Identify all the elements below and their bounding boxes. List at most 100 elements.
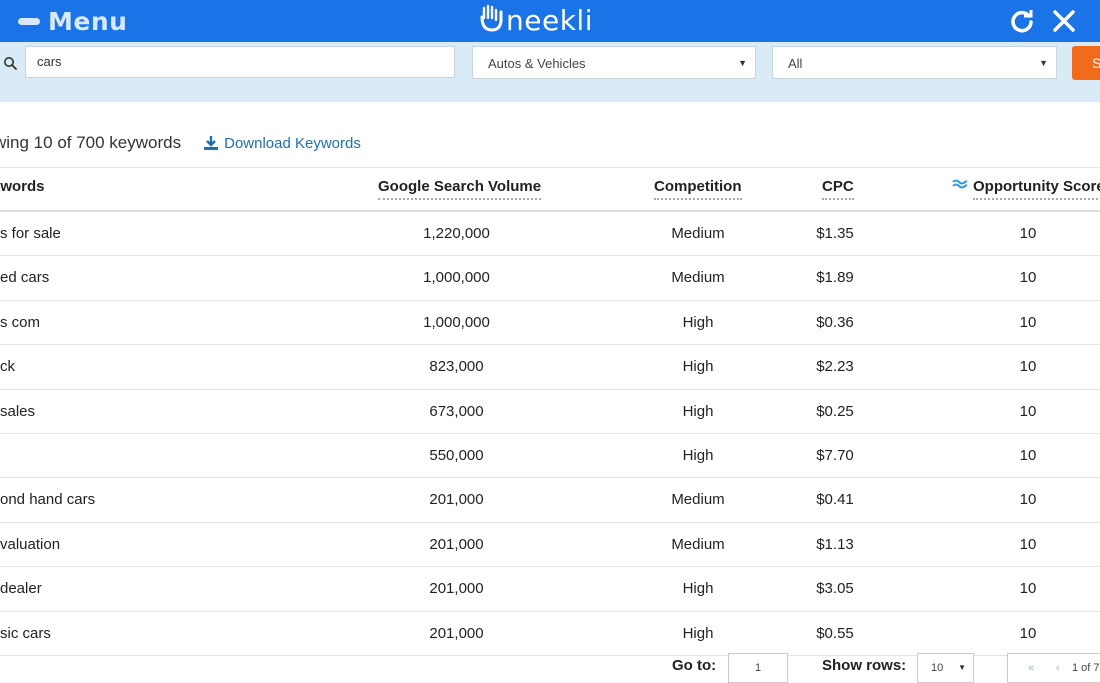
competition-cell: High <box>682 446 714 464</box>
refresh-icon[interactable] <box>1008 7 1036 35</box>
pager: « ‹ 1 of 7 <box>1007 653 1100 683</box>
competition-cell: Medium <box>671 225 725 242</box>
table-row[interactable]: ond hand cars 201,000 Medium $0.41 10 <box>0 478 1100 523</box>
caret-down-icon: ▼ <box>738 58 747 68</box>
search-volume-cell: 550,000 <box>429 446 484 464</box>
table-header: ywords Google Search Volume Competition … <box>0 167 1100 212</box>
keyword-cell[interactable]: valuation <box>0 536 60 553</box>
opportunity-score-cell: 10 <box>1019 491 1037 509</box>
column-header-search-volume[interactable]: Google Search Volume <box>378 178 542 200</box>
table-row[interactable]: 550,000 High $7.70 10 <box>0 434 1100 479</box>
search-volume-cell: 201,000 <box>429 491 484 509</box>
table-row[interactable]: ed cars 1,000,000 Medium $1.89 10 <box>0 256 1100 301</box>
cpc-cell: $1.89 <box>816 269 854 287</box>
search-panel: cars Autos & Vehicles ▼ All ▼ S <box>0 42 1100 102</box>
opportunity-score-cell: 10 <box>1019 580 1037 598</box>
pagination-bar: Go to: 1 Show rows: 10 ▼ « ‹ 1 of 7 <box>0 648 1100 683</box>
competition-cell: High <box>682 402 714 420</box>
cpc-cell: $2.23 <box>816 358 854 376</box>
competition-cell: Medium <box>671 535 725 553</box>
keyword-cell[interactable]: sales <box>0 403 35 420</box>
opportunity-score-cell: 10 <box>1019 225 1037 242</box>
search-volume-cell: 201,000 <box>429 580 484 598</box>
table-row[interactable]: sales 673,000 High $0.25 10 <box>0 390 1100 434</box>
table-row[interactable]: valuation 201,000 Medium $1.13 10 <box>0 523 1100 568</box>
opportunity-score-cell: 10 <box>1019 358 1037 376</box>
logo-hand-icon <box>480 4 503 32</box>
page-info: 1 of 7 <box>1072 662 1100 674</box>
opportunity-score-cell: 10 <box>1019 402 1037 420</box>
show-rows-label: Show rows: <box>822 657 907 674</box>
competition-cell: Medium <box>671 491 725 509</box>
cpc-cell: $0.36 <box>816 313 854 331</box>
keyword-cell[interactable]: dealer <box>0 580 42 597</box>
column-header-competition[interactable]: Competition <box>654 178 742 200</box>
goto-label: Go to: <box>672 657 717 674</box>
column-header-opportunity-score[interactable]: Opportunity Score <box>952 178 1100 200</box>
search-volume-cell: 1,000,000 <box>423 313 490 331</box>
category-select[interactable]: Autos & Vehicles ▼ <box>472 46 756 79</box>
menu-label: Menu <box>48 6 128 36</box>
keyword-cell[interactable]: ond hand cars <box>0 491 95 508</box>
competition-cell: High <box>682 358 714 376</box>
cpc-cell: $1.35 <box>816 225 854 242</box>
opportunity-score-cell: 10 <box>1019 269 1037 287</box>
keyword-cell[interactable]: s com <box>0 314 40 331</box>
keyword-search-input[interactable]: cars <box>25 46 455 78</box>
menu-button[interactable]: Menu <box>18 6 127 36</box>
cpc-cell: $1.13 <box>816 535 854 553</box>
column-header-cpc[interactable]: CPC <box>822 178 854 200</box>
column-header-keywords[interactable]: ywords <box>0 178 45 195</box>
opportunity-score-cell: 10 <box>1019 535 1037 553</box>
competition-cell: High <box>682 313 714 331</box>
results-summary: wing 10 of 700 keywords Download Keyword… <box>0 130 361 156</box>
keyword-cell[interactable]: s for sale <box>0 225 61 242</box>
opportunity-score-cell: 10 <box>1019 313 1037 331</box>
filter-select[interactable]: All ▼ <box>772 46 1057 79</box>
table-row[interactable]: ck 823,000 High $2.23 10 <box>0 345 1100 390</box>
keyword-cell[interactable]: sic cars <box>0 625 51 642</box>
competition-cell: High <box>682 624 714 642</box>
rows-per-page-select[interactable]: 10 ▼ <box>917 653 974 683</box>
category-select-value: Autos & Vehicles <box>488 56 586 71</box>
search-volume-cell: 1,220,000 <box>423 225 490 242</box>
wave-icon <box>952 179 968 189</box>
filter-select-value: All <box>788 56 803 71</box>
cpc-cell: $7.70 <box>816 446 854 464</box>
results-count-text: wing 10 of 700 keywords <box>0 133 182 152</box>
keyword-cell[interactable]: ck <box>0 358 15 375</box>
search-volume-cell: 823,000 <box>429 358 484 376</box>
search-icon[interactable] <box>0 46 22 80</box>
table-row[interactable]: s com 1,000,000 High $0.36 10 <box>0 301 1100 346</box>
logo-text: neekli <box>506 3 593 37</box>
competition-cell: High <box>682 580 714 598</box>
top-bar: Menu neekli <box>0 0 1100 42</box>
cpc-cell: $0.55 <box>816 624 854 642</box>
table-row[interactable]: s for sale 1,220,000 Medium $1.35 10 <box>0 212 1100 257</box>
cpc-cell: $0.25 <box>816 402 854 420</box>
opportunity-score-cell: 10 <box>1019 624 1037 642</box>
opportunity-score-cell: 10 <box>1019 446 1037 464</box>
table-body: s for sale 1,220,000 Medium $1.35 10 ed cars 1… <box>0 212 1100 656</box>
competition-cell: Medium <box>671 269 725 287</box>
close-icon[interactable] <box>1050 7 1078 35</box>
keyword-cell[interactable]: ed cars <box>0 269 49 286</box>
goto-page-input[interactable]: 1 <box>728 653 788 683</box>
uneekli-logo[interactable]: neekli <box>478 3 593 37</box>
search-volume-cell: 1,000,000 <box>423 269 490 287</box>
search-button[interactable]: S <box>1072 46 1100 80</box>
caret-down-icon: ▼ <box>1039 58 1048 68</box>
search-volume-cell: 201,000 <box>429 624 484 642</box>
menu-icon <box>18 15 40 27</box>
download-icon <box>204 136 219 150</box>
table-row[interactable]: dealer 201,000 High $3.05 10 <box>0 567 1100 612</box>
rows-per-page-value: 10 <box>931 662 944 674</box>
search-volume-cell: 201,000 <box>429 535 484 553</box>
search-volume-cell: 673,000 <box>429 402 484 420</box>
previous-page-button[interactable]: ‹ <box>1056 654 1060 682</box>
first-page-button[interactable]: « <box>1028 654 1034 682</box>
cpc-cell: $0.41 <box>816 491 854 509</box>
download-keywords-link[interactable]: Download Keywords <box>203 135 361 152</box>
cpc-cell: $3.05 <box>816 580 854 598</box>
download-keywords-label: Download Keywords <box>224 134 361 152</box>
